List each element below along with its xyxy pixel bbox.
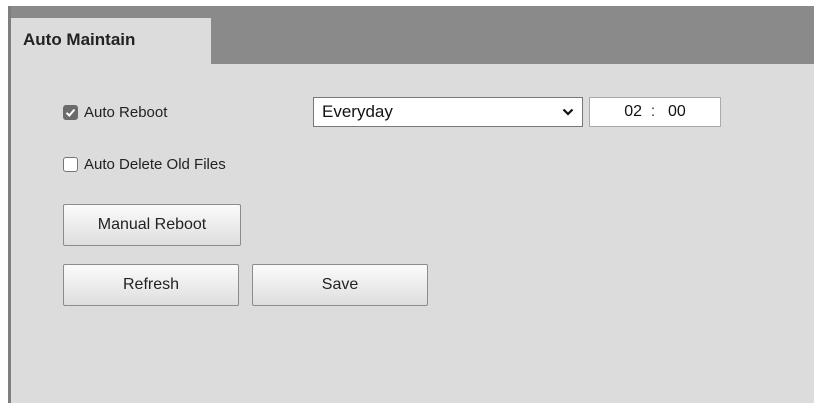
auto-reboot-checkbox[interactable] [63,105,78,120]
reboot-time-input[interactable]: 02 : 00 [589,97,721,127]
tab-auto-maintain[interactable]: Auto Maintain [11,18,211,64]
auto-delete-row: Auto Delete Old Files [63,156,226,173]
reboot-schedule-value: Everyday [322,102,393,121]
time-separator: : [650,103,656,120]
reboot-hour-field[interactable]: 02 [610,103,642,121]
reboot-schedule-select[interactable]: Everyday [313,97,583,127]
auto-reboot-row: Auto Reboot [63,104,167,121]
manual-reboot-button[interactable]: Manual Reboot [63,204,241,246]
auto-maintain-panel: Auto Maintain Auto Reboot Everyday 02 : … [8,6,814,403]
reboot-minute-field[interactable]: 00 [664,103,700,121]
auto-delete-label[interactable]: Auto Delete Old Files [84,156,226,173]
chevron-down-icon [562,108,574,116]
tab-bar: Auto Maintain [11,6,814,64]
auto-delete-checkbox[interactable] [63,157,78,172]
tab-label: Auto Maintain [23,30,136,49]
auto-reboot-label[interactable]: Auto Reboot [84,104,167,121]
checkmark-icon [65,108,76,117]
save-button[interactable]: Save [252,264,428,306]
refresh-button[interactable]: Refresh [63,264,239,306]
